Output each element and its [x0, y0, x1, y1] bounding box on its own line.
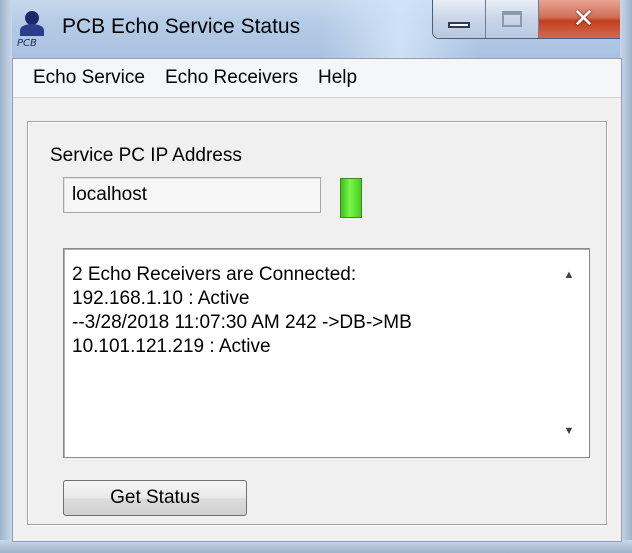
status-line: 192.168.1.10 : Active [72, 288, 250, 309]
status-text-area: 2 Echo Receivers are Connected: 192.168.… [72, 263, 542, 359]
status-listbox[interactable]: 2 Echo Receivers are Connected: 192.168.… [63, 248, 590, 458]
title-bar[interactable]: PCB PCB Echo Service Status ✕ [0, 0, 632, 58]
minimize-icon [448, 22, 470, 28]
menu-help[interactable]: Help [308, 59, 367, 97]
menu-echo-service[interactable]: Echo Service [13, 59, 155, 97]
ip-address-input[interactable] [63, 177, 321, 213]
minimize-button[interactable] [433, 0, 486, 38]
menu-bar: Echo Service Echo Receivers Help [13, 59, 621, 98]
ip-address-label: Service PC IP Address [50, 145, 242, 166]
connection-status-indicator [340, 178, 362, 218]
svg-text:PCB: PCB [17, 38, 37, 48]
maximize-icon [502, 11, 522, 27]
close-icon: ✕ [572, 4, 595, 34]
status-line: 2 Echo Receivers are Connected: [72, 264, 357, 285]
menu-echo-receivers[interactable]: Echo Receivers [155, 59, 308, 97]
pcb-app-icon: PCB [17, 11, 44, 48]
status-line: 10.101.121.219 : Active [72, 336, 271, 357]
scroll-up-arrow-icon[interactable]: ▲ [557, 263, 581, 287]
window-title: PCB Echo Service Status [62, 15, 301, 38]
maximize-button[interactable] [486, 0, 539, 38]
scroll-down-arrow-icon[interactable]: ▼ [557, 419, 581, 443]
status-line: --3/28/2018 11:07:30 AM 242 ->DB->MB [72, 312, 412, 333]
window-frame-left [0, 0, 12, 553]
window-controls: ✕ [432, 0, 629, 39]
get-status-button[interactable]: Get Status [63, 480, 247, 516]
close-button[interactable]: ✕ [539, 0, 628, 38]
